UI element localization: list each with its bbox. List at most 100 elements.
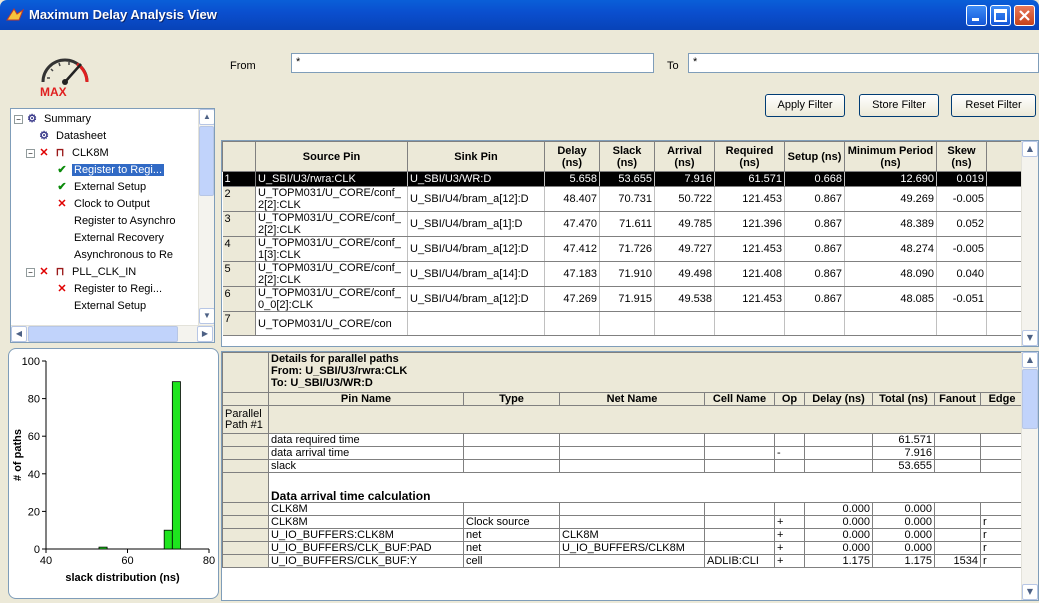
scroll-thumb[interactable]	[199, 126, 214, 196]
path-row[interactable]: 4 U_TOPM031/U_CORE/conf_1[3]:CLK U_SBI/U4/…	[222, 236, 1024, 262]
scroll-down-icon[interactable]: ▼	[1022, 584, 1038, 600]
column-header-delay[interactable]: Delay (ns)	[544, 141, 600, 172]
cell-name-cell	[704, 459, 775, 473]
scroll-right-icon[interactable]: ▶	[197, 326, 213, 342]
tree-item-datasheet[interactable]: ⚙ Datasheet	[38, 128, 108, 145]
pin-cell: CLK8M	[268, 502, 464, 516]
scroll-thumb[interactable]	[1022, 369, 1038, 429]
scroll-down-icon[interactable]: ▼	[1022, 330, 1038, 346]
tree-item-summary[interactable]: − ⚙ Summary	[14, 111, 93, 128]
from-input[interactable]: *	[291, 53, 654, 73]
row-number[interactable]: 3	[222, 211, 256, 237]
tree-item-pll-clk-in[interactable]: − ✕ ⊓ PLL_CLK_IN	[26, 264, 138, 281]
details-to: To: U_SBI/U3/WR:D	[271, 377, 373, 389]
fanout-cell	[934, 446, 981, 460]
path-row[interactable]: 6 U_TOPM031/U_CORE/conf_0_0[2]:CLK U_SBI/U…	[222, 286, 1024, 312]
pin-cell: U_IO_BUFFERS/CLK_BUF:PAD	[268, 541, 464, 555]
delay-cell: 0.000	[804, 541, 873, 555]
maximize-button[interactable]	[990, 5, 1011, 26]
tree-item-clk8m[interactable]: − ✕ ⊓ CLK8M	[26, 145, 111, 162]
column-header-setup[interactable]: Setup (ns)	[784, 141, 845, 172]
summary-row: data required time 61.571	[222, 433, 1025, 447]
setup-cell: 0.867	[784, 236, 845, 262]
min-period-cell: 48.389	[844, 211, 937, 237]
cell-cell	[704, 528, 775, 542]
details-vertical-scrollbar[interactable]: ▲ ▼	[1021, 352, 1038, 600]
required-cell	[714, 311, 785, 336]
column-header-required[interactable]: Required (ns)	[714, 141, 785, 172]
paths-vertical-scrollbar[interactable]: ▲ ▼	[1021, 141, 1038, 346]
total-cell: 61.571	[872, 433, 935, 447]
required-cell: 121.408	[714, 261, 785, 287]
scroll-down-icon[interactable]: ▼	[199, 308, 214, 324]
details-header-row: Pin Name Type Net Name Cell Name Op Dela…	[222, 392, 1025, 406]
tree-vertical-scrollbar[interactable]: ▲ ▼	[198, 109, 214, 325]
tree-item-clk8m-reg-to-reg[interactable]: ✔ Register to Regi...	[56, 162, 165, 179]
report-tree[interactable]: − ⚙ Summary ⚙ Datasheet − ✕ ⊓ CLK8M ✔ Register …	[10, 108, 215, 343]
row-number[interactable]: 2	[222, 186, 256, 212]
column-header-skew[interactable]: Skew (ns)	[936, 141, 987, 172]
op-cell: -	[774, 446, 805, 460]
summary-row: data arrival time - 7.916	[222, 446, 1025, 460]
paths-grid[interactable]: Source Pin Sink Pin Delay (ns) Slack (ns…	[221, 140, 1039, 347]
column-header-min-period[interactable]: Minimum Period (ns)	[844, 141, 937, 172]
column-header-arrival[interactable]: Arrival (ns)	[654, 141, 715, 172]
row-number[interactable]: 7	[222, 311, 256, 336]
op-cell: +	[774, 515, 805, 529]
scroll-up-icon[interactable]: ▲	[1022, 352, 1038, 368]
scroll-up-icon[interactable]: ▲	[1022, 141, 1038, 157]
row-header-cell	[222, 554, 269, 568]
slack-cell: 71.726	[599, 236, 655, 262]
reset-filter-button[interactable]: Reset Filter	[951, 94, 1036, 117]
scroll-up-icon[interactable]: ▲	[199, 109, 214, 125]
tree-item-pll-external-setup[interactable]: External Setup	[72, 298, 148, 315]
path-row[interactable]: 1 U_SBI/U3/rwra:CLK U_SBI/U3/WR:D 5.658 53.6…	[222, 171, 1024, 187]
tree-item-external-recovery[interactable]: External Recovery	[72, 230, 166, 247]
tree-horizontal-scrollbar[interactable]: ◀ ▶	[11, 325, 214, 342]
path-row[interactable]: 2 U_TOPM031/U_CORE/conf_2[2]:CLK U_SBI/U4/…	[222, 186, 1024, 212]
collapse-icon[interactable]: −	[26, 149, 35, 158]
column-header-slack[interactable]: Slack (ns)	[599, 141, 655, 172]
row-number[interactable]: 6	[222, 286, 256, 312]
apply-filter-button[interactable]: Apply Filter	[765, 94, 845, 117]
window-titlebar[interactable]: Maximum Delay Analysis View	[0, 0, 1039, 30]
row-number[interactable]: 4	[222, 236, 256, 262]
min-period-cell: 12.690	[844, 171, 937, 187]
type-cell	[463, 433, 560, 447]
setup-cell	[784, 311, 845, 336]
path-row[interactable]: 3 U_TOPM031/U_CORE/conf_2[2]:CLK U_SBI/U4/…	[222, 211, 1024, 237]
datasheet-icon: ⚙	[39, 130, 49, 142]
min-period-cell: 48.085	[844, 286, 937, 312]
setup-cell: 0.668	[784, 171, 845, 187]
scroll-left-icon[interactable]: ◀	[11, 326, 27, 342]
path-row[interactable]: 5 U_TOPM031/U_CORE/conf_2[2]:CLK U_SBI/U4/…	[222, 261, 1024, 287]
skew-cell: 0.040	[936, 261, 987, 287]
column-header-source-pin[interactable]: Source Pin	[255, 141, 408, 172]
arrival-cell: 7.916	[654, 171, 715, 187]
store-filter-button[interactable]: Store Filter	[859, 94, 939, 117]
delay-cell: 0.000	[804, 515, 873, 529]
tree-item-external-setup[interactable]: ✔ External Setup	[56, 179, 148, 196]
path-row[interactable]: 7 U_TOPM031/U_CORE/con	[222, 311, 1024, 336]
minimize-button[interactable]	[966, 5, 987, 26]
row-number[interactable]: 1	[222, 171, 256, 187]
to-input[interactable]: *	[688, 53, 1039, 73]
fanout-cell	[934, 433, 981, 447]
y-tick-label: 60	[28, 431, 40, 443]
column-header-delay: Delay (ns)	[804, 392, 873, 406]
close-button[interactable]	[1014, 5, 1035, 26]
tree-item-async-to-reg[interactable]: Asynchronous to Re	[72, 247, 175, 264]
collapse-icon[interactable]: −	[14, 115, 23, 124]
tree-item-clock-to-output[interactable]: ✕ Clock to Output	[56, 196, 152, 213]
column-header-sink-pin[interactable]: Sink Pin	[407, 141, 545, 172]
row-number[interactable]: 5	[222, 261, 256, 287]
sink-pin-cell: U_SBI/U4/bram_a[1]:D	[407, 211, 545, 237]
details-grid[interactable]: Details for parallel paths From: U_SBI/U…	[221, 351, 1039, 601]
skew-cell: -0.005	[936, 236, 987, 262]
skew-cell: -0.005	[936, 186, 987, 212]
scroll-thumb[interactable]	[28, 326, 178, 342]
tree-item-reg-to-async[interactable]: Register to Asynchro	[72, 213, 178, 230]
column-header-net-name: Net Name	[559, 392, 705, 406]
collapse-icon[interactable]: −	[26, 268, 35, 277]
tree-item-pll-reg-to-reg[interactable]: ✕ Register to Regi...	[56, 281, 164, 298]
